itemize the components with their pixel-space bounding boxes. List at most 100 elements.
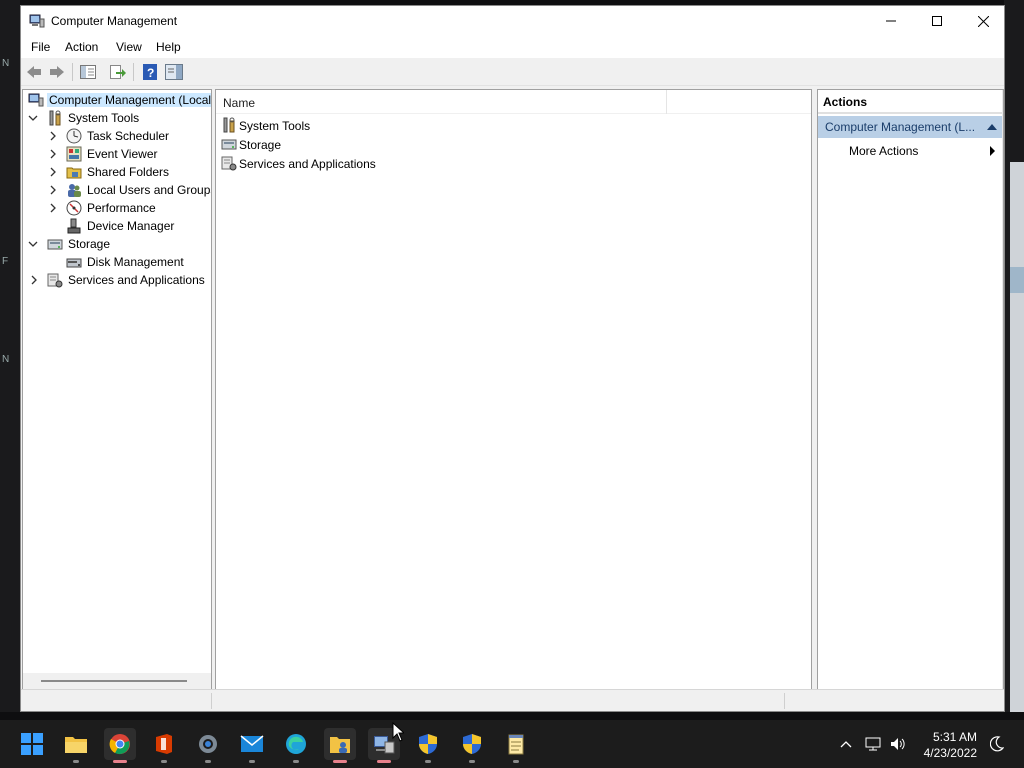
tree-item-shared-folders[interactable]: Shared Folders (23, 163, 211, 181)
moon-icon (990, 736, 1004, 752)
tree-item-label: Task Scheduler (87, 129, 170, 143)
chevron-right-icon[interactable] (48, 166, 58, 178)
collapse-up-icon[interactable] (987, 124, 997, 130)
export-list-button[interactable] (108, 63, 128, 81)
export-list-icon (110, 65, 126, 79)
list-item-label: System Tools (239, 119, 311, 133)
tree-item-event-viewer[interactable]: Event Viewer (23, 145, 211, 163)
console-tree: Computer Management (Local System Tools … (22, 89, 212, 690)
volume-button[interactable] (888, 720, 908, 768)
action-more-actions[interactable]: More Actions (818, 140, 1003, 162)
menu-help[interactable]: Help (156, 40, 181, 54)
menu-action[interactable]: Action (65, 40, 98, 54)
column-header-name[interactable]: Name (223, 96, 255, 110)
svg-text:?: ? (147, 66, 154, 80)
menu-view[interactable]: View (116, 40, 142, 54)
taskbar-security-shield[interactable] (412, 728, 444, 763)
computer-management-window: Computer Management File Action View Hel… (20, 5, 1005, 712)
tree-item-computer-management[interactable]: Computer Management (Local (23, 91, 211, 109)
tree-item-label: Shared Folders (87, 165, 170, 179)
chevron-right-icon[interactable] (48, 184, 58, 196)
storage-icon (221, 139, 237, 150)
tree-item-performance[interactable]: Performance (23, 199, 211, 217)
chevron-right-icon[interactable] (48, 202, 58, 214)
tree-item-services-and-applications[interactable]: Services and Applications (23, 271, 211, 289)
minimize-icon (886, 20, 896, 22)
title-bar[interactable]: Computer Management (21, 6, 1004, 36)
actions-section-computer-management[interactable]: Computer Management (L... (818, 116, 1003, 138)
chevron-right-icon[interactable] (48, 130, 58, 142)
tree-horizontal-scrollbar[interactable] (23, 673, 211, 689)
clock-time: 5:31 AM (932, 730, 977, 744)
chevron-right-icon[interactable] (48, 148, 58, 160)
help-button[interactable]: ? (140, 63, 160, 81)
results-pane: Name System Tools Storage Services and A… (215, 89, 812, 690)
tree-item-label: Performance (87, 201, 156, 215)
taskbar-mail[interactable] (236, 728, 268, 763)
tree-item-label: System Tools (68, 111, 140, 125)
forward-button[interactable] (47, 63, 67, 81)
actions-scrollbar (1002, 90, 1003, 689)
toolbar-separator (72, 63, 73, 81)
taskbar-notepad[interactable] (500, 728, 532, 763)
forward-arrow-icon (50, 66, 64, 78)
event-viewer-icon (66, 146, 82, 162)
show-hidden-icons-button[interactable] (836, 720, 856, 768)
device-manager-icon (67, 218, 81, 234)
help-icon: ? (143, 64, 157, 80)
minimize-button[interactable] (868, 6, 914, 36)
list-header: Name (216, 90, 811, 114)
tree-item-label: Device Manager (87, 219, 175, 233)
clock-date: 4/23/2022 (923, 746, 977, 760)
taskbar-folder-user[interactable] (324, 728, 356, 763)
taskbar-office[interactable] (148, 728, 180, 763)
start-button[interactable] (16, 728, 48, 760)
tree-item-local-users-and-groups[interactable]: Local Users and Groups (23, 181, 211, 199)
tree-item-task-scheduler[interactable]: Task Scheduler (23, 127, 211, 145)
chevron-right-icon[interactable] (29, 274, 39, 286)
network-icon (865, 737, 881, 751)
mouse-cursor-icon (392, 722, 404, 742)
desktop-left-edge: N F N (0, 0, 20, 712)
disk-management-icon (66, 258, 82, 268)
show-hide-tree-button[interactable] (78, 63, 98, 81)
chevron-down-icon[interactable] (28, 112, 38, 124)
maximize-button[interactable] (914, 6, 960, 36)
column-divider[interactable] (666, 90, 667, 114)
menu-bar: File Action View Help (21, 36, 1004, 58)
volume-icon (891, 738, 905, 750)
show-hide-action-pane-icon (165, 64, 183, 80)
tree-item-system-tools[interactable]: System Tools (23, 109, 211, 127)
mail-icon (240, 735, 264, 752)
tree-item-label: Local Users and Groups (87, 183, 212, 197)
tree-item-label: Event Viewer (87, 147, 158, 161)
tree-item-device-manager[interactable]: Device Manager (23, 217, 211, 235)
show-hide-tree-icon (80, 65, 96, 79)
close-button[interactable] (960, 6, 1006, 36)
menu-file[interactable]: File (31, 40, 50, 54)
tree-item-label: Storage (68, 237, 111, 251)
close-icon (977, 15, 989, 27)
back-button[interactable] (24, 63, 44, 81)
local-users-icon (68, 184, 81, 197)
performance-icon (66, 200, 82, 216)
notifications-button[interactable] (987, 720, 1007, 768)
settings-icon (199, 735, 217, 753)
maximize-icon (932, 16, 942, 26)
taskbar-security-shield-2[interactable] (456, 728, 488, 763)
actions-section-label: Computer Management (L... (825, 120, 976, 134)
taskbar-chrome[interactable] (104, 728, 136, 763)
taskbar-clock[interactable]: 5:31 AM 4/23/2022 (917, 729, 977, 761)
tree-item-disk-management[interactable]: Disk Management (23, 253, 211, 271)
show-hide-action-pane-button[interactable] (164, 63, 184, 81)
office-icon (156, 734, 172, 754)
actions-title: Actions (818, 90, 1003, 114)
taskbar-edge[interactable] (280, 728, 312, 763)
taskbar-settings[interactable] (192, 728, 224, 763)
tree-item-storage[interactable]: Storage (23, 235, 211, 253)
start-icon (21, 733, 43, 755)
network-button[interactable] (863, 720, 883, 768)
chevron-down-icon[interactable] (28, 238, 38, 250)
taskbar-file-explorer[interactable] (60, 728, 92, 763)
shared-folders-icon (66, 167, 82, 179)
